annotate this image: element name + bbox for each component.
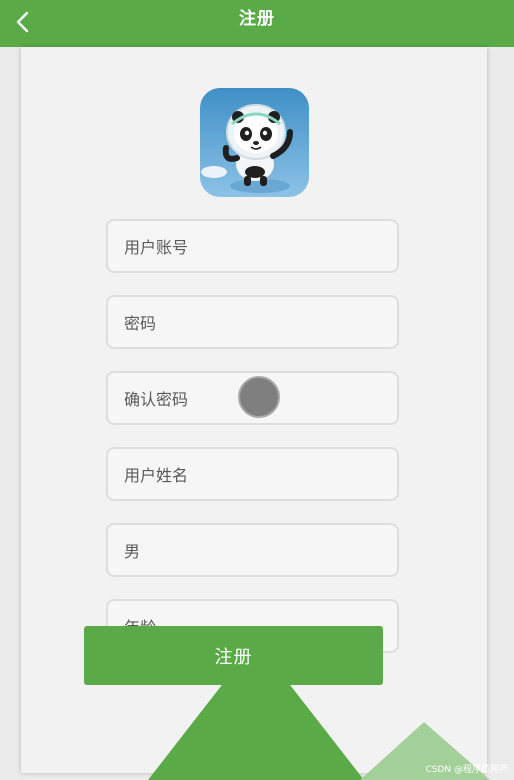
page-title: 注册	[239, 9, 275, 29]
password-field[interactable]: 密码	[106, 295, 399, 349]
register-button-label: 注册	[214, 646, 253, 668]
account-placeholder: 用户账号	[124, 238, 189, 257]
panda-mascot-icon	[200, 88, 309, 197]
register-button[interactable]: 注册	[84, 626, 383, 685]
gender-value: 男	[124, 542, 141, 561]
touch-indicator	[238, 376, 280, 418]
account-field[interactable]: 用户账号	[106, 219, 399, 273]
confirm-password-placeholder: 确认密码	[124, 390, 189, 409]
password-placeholder: 密码	[124, 314, 157, 333]
gender-field[interactable]: 男	[106, 523, 399, 577]
avatar	[200, 88, 309, 197]
app-bar: 注册	[0, 0, 514, 47]
watermark: CSDN @程序员阿芦	[425, 765, 508, 775]
user-name-field[interactable]: 用户姓名	[106, 447, 399, 501]
user-name-placeholder: 用户姓名	[124, 466, 189, 485]
